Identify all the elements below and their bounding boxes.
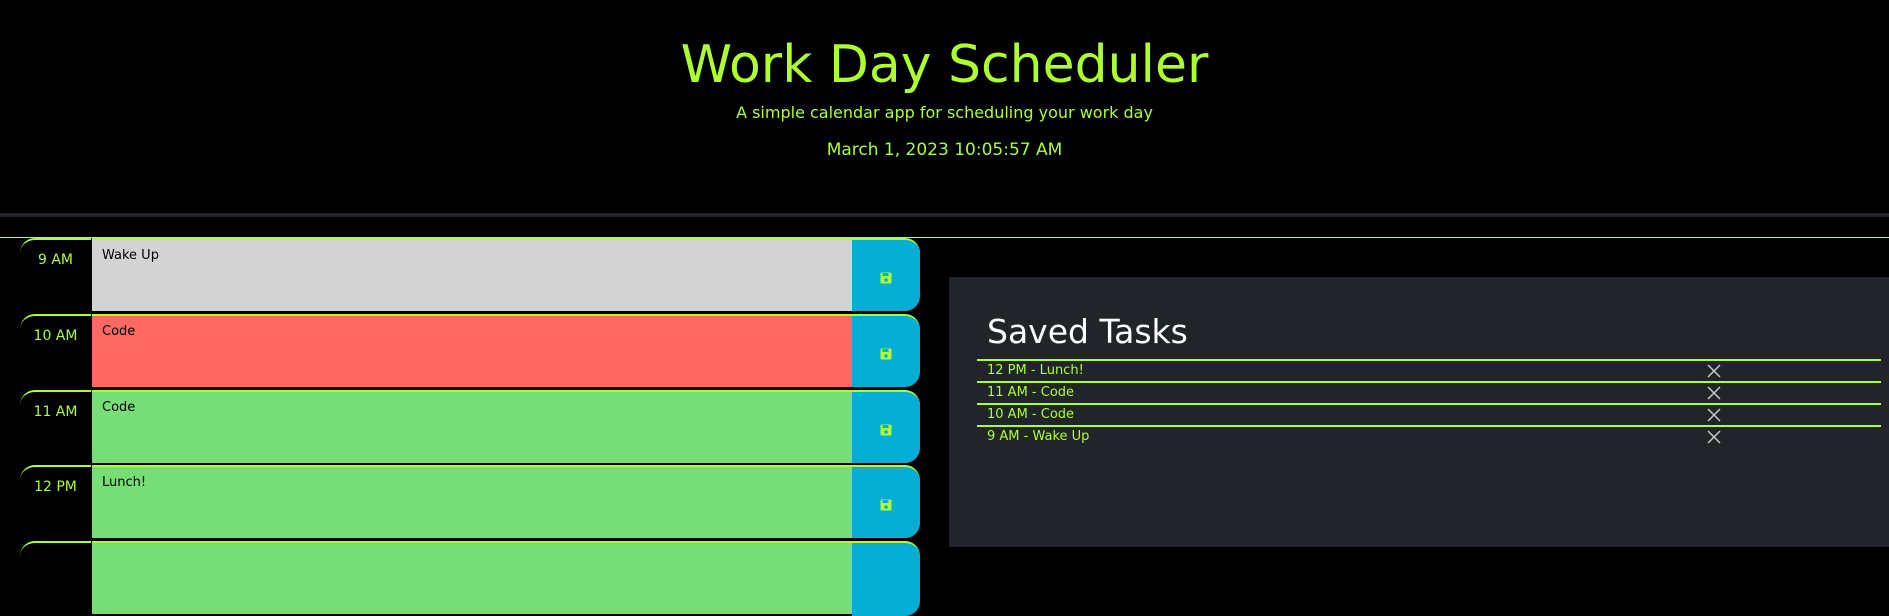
event-description-input[interactable] — [92, 541, 864, 614]
hour-label: 12 PM — [20, 465, 91, 540]
close-icon[interactable] — [1707, 361, 1721, 381]
current-date: March 1, 2023 10:05:57 AM — [826, 140, 1063, 160]
hour-label: 9 AM — [20, 238, 91, 313]
save-icon — [880, 348, 892, 360]
save-button[interactable] — [852, 238, 920, 311]
save-button[interactable] — [852, 465, 920, 538]
save-icon — [880, 499, 892, 511]
event-description-input[interactable]: Lunch! — [92, 465, 864, 538]
hour-label — [20, 541, 91, 616]
hour-label: 11 AM — [20, 390, 91, 465]
event-description-input[interactable]: Code — [92, 314, 864, 387]
list-item: 9 AM - Wake Up — [977, 425, 1881, 447]
list-item: 10 AM - Code — [977, 403, 1881, 425]
page-title: Work Day Scheduler — [680, 35, 1209, 95]
time-block-11am: 11 AM Code — [20, 390, 920, 465]
hour-label: 10 AM — [20, 314, 91, 389]
save-button[interactable] — [852, 314, 920, 387]
close-icon[interactable] — [1707, 427, 1721, 447]
list-item: 12 PM - Lunch! — [977, 359, 1881, 381]
save-button[interactable] — [852, 390, 920, 463]
page-subtitle: A simple calendar app for scheduling you… — [736, 103, 1153, 122]
task-label: 10 AM - Code — [987, 407, 1075, 422]
saved-tasks-list: 12 PM - Lunch! 11 AM - Code 10 AM - Code… — [977, 359, 1881, 447]
close-icon[interactable] — [1707, 383, 1721, 403]
save-icon — [880, 272, 892, 284]
save-button[interactable] — [852, 541, 920, 616]
time-block-9am: 9 AM Wake Up — [20, 238, 920, 313]
saved-tasks-panel: Saved Tasks 12 PM - Lunch! 11 AM - Code … — [949, 277, 1889, 547]
time-block-next — [20, 541, 920, 616]
saved-tasks-title: Saved Tasks — [987, 312, 1188, 351]
time-block-12pm: 12 PM Lunch! — [20, 465, 920, 540]
save-icon — [880, 424, 892, 436]
event-description-input[interactable]: Code — [92, 390, 864, 463]
list-item: 11 AM - Code — [977, 381, 1881, 403]
task-label: 11 AM - Code — [987, 385, 1075, 400]
close-icon[interactable] — [1707, 405, 1721, 425]
page-header: Work Day Scheduler A simple calendar app… — [0, 0, 1889, 213]
header-divider — [0, 213, 1889, 217]
task-label: 9 AM - Wake Up — [987, 429, 1090, 444]
event-description-input[interactable]: Wake Up — [92, 238, 864, 311]
task-label: 12 PM - Lunch! — [987, 363, 1084, 378]
time-block-10am: 10 AM Code — [20, 314, 920, 389]
